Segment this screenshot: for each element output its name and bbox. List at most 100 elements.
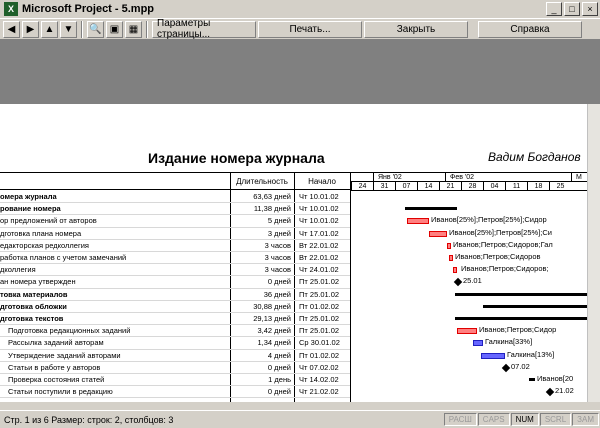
task-start: Пт 25.01.02	[299, 314, 340, 323]
task-duration: 3 часов	[264, 265, 291, 275]
num-indicator: NUM	[510, 413, 539, 426]
task-name: ан номера утвержден	[0, 277, 76, 287]
table-row[interactable]: дготовка обложки 30,88 дней Пт 01.02.02	[0, 301, 350, 313]
gantt-day: 14	[417, 182, 439, 191]
table-row[interactable]: Подготовка редакционных заданий 3,42 дней…	[0, 325, 350, 338]
status-text: Стр. 1 из 6 Размер: строк: 2, столбцов: …	[4, 414, 174, 425]
summary-bar[interactable]	[483, 304, 587, 308]
task-start: Пт 25.01.02	[299, 277, 340, 287]
preview-toolbar: ◀ ▶ ▲ ▼ 🔍 ▣ ▦ Параметры страницы... Печа…	[0, 18, 600, 40]
horizontal-scrollbar[interactable]	[0, 402, 600, 410]
page-down-icon[interactable]: ▼	[60, 20, 77, 38]
table-row[interactable]: рование номера 11,38 дней Чт 10.01.02	[0, 203, 350, 216]
start-header: Начало	[294, 173, 350, 190]
task-start: Чт 21.02.02	[299, 387, 339, 397]
zoom-icon[interactable]: 🔍	[87, 20, 104, 38]
task-duration: 3 часов	[264, 253, 291, 262]
summary-bar[interactable]	[455, 317, 587, 320]
print-button[interactable]: Печать...	[258, 20, 362, 38]
task-duration: 5 дней	[267, 216, 291, 226]
resource-label: 25.01	[463, 276, 482, 286]
task-name: ор предложений от авторов	[0, 216, 97, 226]
table-row[interactable]: работка планов с учетом замечаний 3 часов…	[0, 252, 350, 265]
multi-page-icon[interactable]: ▦	[125, 20, 142, 38]
task-bar[interactable]	[453, 267, 457, 274]
task-bar[interactable]	[457, 328, 477, 335]
resource-label: Иванов;Петров;Сидоров;Гал	[453, 239, 553, 249]
minimize-button[interactable]: _	[546, 2, 562, 16]
task-name: рование номера	[0, 204, 61, 214]
gantt-day: 21	[439, 182, 461, 191]
task-start: Чт 14.02.02	[299, 375, 339, 384]
vertical-scrollbar[interactable]	[587, 104, 600, 402]
table-row[interactable]: дготовка текстов 29,13 дней Пт 25.01.02	[0, 313, 350, 326]
task-name: работка планов с учетом замечаний	[0, 253, 127, 262]
table-row[interactable]: Статьи поступили в редакцию 0 дней Чт 21.0…	[0, 386, 350, 399]
task-bar[interactable]	[481, 352, 505, 359]
task-name: дготовка обложки	[0, 301, 67, 311]
table-row[interactable]: товка материалов 36 дней Пт 25.01.02	[0, 289, 350, 301]
gantt-day: 25	[549, 182, 571, 191]
close-button[interactable]: Закрыть	[364, 20, 468, 38]
resource-label: Галкина[13%]	[507, 349, 555, 359]
close-window-button[interactable]: ×	[582, 2, 598, 16]
task-name: Рассылка заданий авторам	[8, 338, 104, 348]
milestone-marker[interactable]	[545, 387, 555, 397]
help-button[interactable]: Справка	[478, 20, 582, 38]
gantt-month-header: Янв '02 Фев '02 М	[351, 173, 587, 182]
table-row[interactable]: ор предложений от авторов 5 дней Чт 10.01.…	[0, 215, 350, 228]
task-bar[interactable]	[529, 378, 535, 381]
table-row[interactable]: ан номера утвержден 0 дней Пт 25.01.02	[0, 276, 350, 289]
gantt-day: 18	[527, 182, 549, 191]
task-bar[interactable]	[473, 340, 483, 347]
window-title: Microsoft Project - 5.mpp	[22, 3, 155, 15]
task-bar[interactable]	[447, 242, 451, 249]
resource-label: Иванов;Петров;Сидоров;	[461, 264, 549, 274]
task-start: Пт 01.02.02	[299, 350, 340, 360]
task-start: Вт 22.01.02	[299, 240, 339, 250]
page-up-icon[interactable]: ▲	[41, 20, 58, 38]
table-row[interactable]: Статьи в работе у авторов 0 дней Чт 07.02.…	[0, 362, 350, 374]
task-duration: 30,88 дней	[253, 301, 291, 311]
task-duration: 11,38 дней	[253, 204, 291, 214]
document-author: Вадим Богданов	[488, 150, 581, 164]
gantt-month: Янв '02	[373, 173, 445, 182]
table-row[interactable]: омера журнала 63,63 дней Чт 10.01.02	[0, 191, 350, 204]
task-start: Чт 07.02.02	[299, 362, 339, 372]
table-row[interactable]: Рассылка заданий авторам 1,34 дней Ср 30.0…	[0, 337, 350, 350]
milestone-marker[interactable]	[501, 363, 511, 373]
task-name: Подготовка редакционных заданий	[8, 326, 131, 336]
gantt-day: 11	[505, 182, 527, 191]
task-start: Пт 25.01.02	[299, 326, 340, 336]
table-row[interactable]: Утверждение заданий авторами 4 дней Пт 01.…	[0, 350, 350, 362]
task-duration: 0 дней	[267, 277, 291, 287]
one-page-icon[interactable]: ▣	[106, 20, 123, 38]
task-bar[interactable]	[449, 255, 453, 261]
table-row[interactable]: дготовка плана номера 3 дней Чт 17.01.02	[0, 228, 350, 240]
gantt-day: 24	[351, 182, 373, 191]
summary-bar[interactable]	[455, 292, 587, 296]
page-setup-button[interactable]: Параметры страницы...	[152, 18, 256, 40]
table-row[interactable]: дколлегия 3 часов Чт 24.01.02	[0, 264, 350, 277]
task-bar[interactable]	[429, 230, 447, 237]
resource-label: Иванов[25%];Петров[25%];Сидор	[431, 215, 547, 225]
task-name: Статьи в работе у авторов	[8, 362, 101, 372]
prev-page-icon[interactable]: ◀	[3, 20, 20, 38]
table-row[interactable]: едакторская редколлегия 3 часов Вт 22.01.0…	[0, 240, 350, 252]
maximize-button[interactable]: □	[564, 2, 580, 16]
task-bar[interactable]	[407, 218, 429, 225]
document-title: Издание номера журнала	[148, 150, 325, 166]
task-duration: 0 дней	[267, 362, 291, 372]
milestone-marker[interactable]	[453, 278, 463, 287]
table-row[interactable]: Проверка состояния статей 1 день Чт 14.02.…	[0, 374, 350, 387]
gantt-day: 07	[395, 182, 417, 191]
gantt-day: 31	[373, 182, 395, 191]
title-bar: X Microsoft Project - 5.mpp _ □ ×	[0, 0, 600, 18]
task-name: товка материалов	[0, 289, 68, 299]
task-start: Чт 24.01.02	[299, 265, 339, 275]
gantt-day-header: 24 31 07 14 21 28 04 11 18 25	[351, 182, 587, 191]
next-page-icon[interactable]: ▶	[22, 20, 39, 38]
task-name: Статьи поступили в редакцию	[8, 387, 113, 397]
task-duration: 36 дней	[263, 289, 291, 299]
summary-bar[interactable]	[405, 207, 457, 211]
